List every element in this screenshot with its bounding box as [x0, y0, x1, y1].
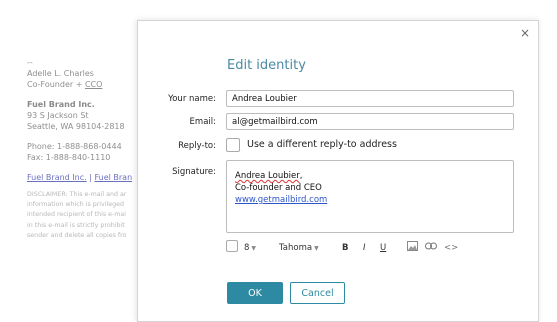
address-line-2: Seattle, WA 98104-2818	[27, 122, 125, 131]
sender-name: Adelle L. Charles	[27, 69, 94, 78]
chevron-down-icon: ▼	[314, 245, 319, 252]
dialog-title: Edit identity	[227, 58, 306, 73]
font-family-select[interactable]: Tahoma ▼	[279, 241, 319, 255]
underline-button[interactable]: U	[380, 241, 386, 255]
fax: Fax: 1-888-840-1110	[27, 153, 111, 162]
close-icon[interactable]: ×	[520, 26, 530, 40]
edit-identity-dialog: × Edit identity Your name: Andrea Loubie…	[137, 20, 539, 322]
color-swatch[interactable]	[226, 240, 238, 252]
reply-to-checkbox-label[interactable]: Use a different reply-to address	[247, 139, 397, 150]
disclaimer-line: DISCLAIMER: This e-mail and ar	[27, 191, 127, 198]
signature-label: Signature:	[172, 167, 216, 177]
background-email-signature: -- Adelle L. Charles Co-Founder + CCO Fu…	[27, 57, 147, 241]
company-link-2[interactable]: Fuel Bran	[94, 173, 132, 182]
disclaimer-line: in this e-mail is strictly prohibit	[27, 221, 125, 229]
disclaimer-line: intended recipient of this e-mai	[27, 211, 127, 219]
name-field[interactable]: Andrea Loubier	[226, 90, 514, 107]
link-separator: |	[89, 173, 92, 182]
link-icon[interactable]	[425, 241, 437, 255]
sender-role: Co-Founder + CCO	[27, 80, 103, 89]
image-icon[interactable]	[407, 241, 418, 255]
reply-to-checkbox[interactable]	[226, 138, 240, 152]
cancel-button[interactable]: Cancel	[290, 282, 345, 304]
company-link[interactable]: Fuel Brand Inc.	[27, 173, 87, 182]
code-button[interactable]: <>	[444, 241, 458, 255]
signature-dashes: --	[27, 58, 33, 67]
reply-to-label: Reply-to:	[178, 141, 216, 151]
disclaimer-line: information which is privileged	[27, 201, 125, 209]
company-name: Fuel Brand Inc.	[27, 100, 95, 109]
phone: Phone: 1-888-868-0444	[27, 142, 122, 151]
ok-button[interactable]: OK	[227, 282, 283, 304]
bold-button[interactable]: B	[342, 241, 348, 255]
email-label: Email:	[189, 117, 216, 127]
email-field[interactable]: al@getmailbird.com	[226, 113, 514, 130]
disclaimer-line: sender and delete all copies fro	[27, 231, 127, 239]
font-size-select[interactable]: 8 ▼	[244, 241, 256, 255]
name-label: Your name:	[168, 94, 216, 104]
signature-editor[interactable]: Andrea Loubier, Co-founder and CEO www.g…	[226, 160, 514, 233]
chevron-down-icon: ▼	[251, 245, 257, 252]
signature-line-1: Andrea Loubier,	[235, 171, 303, 181]
company-links: Fuel Brand Inc. | Fuel Bran	[27, 172, 147, 183]
signature-line-2: Co-founder and CEO	[235, 183, 322, 193]
italic-button[interactable]: I	[363, 241, 366, 255]
signature-link[interactable]: www.getmailbird.com	[235, 194, 505, 206]
address-line-1: 93 S Jackson St	[27, 111, 89, 120]
